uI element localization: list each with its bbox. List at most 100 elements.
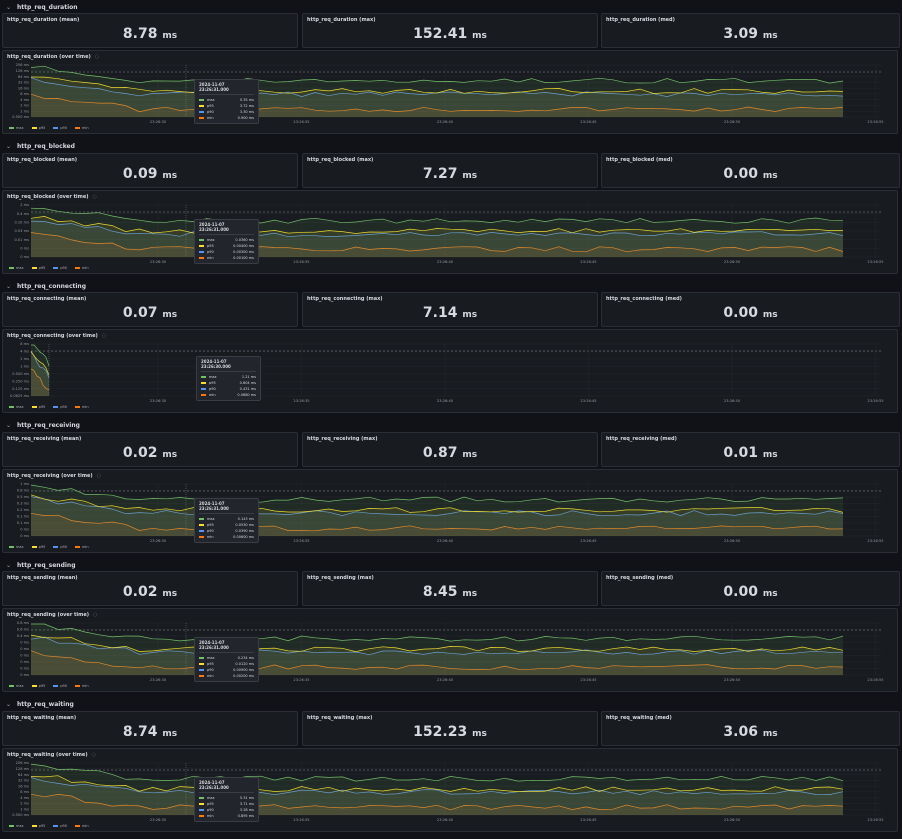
tooltip-series-name: p95 [207, 243, 214, 248]
stat-panel[interactable]: http_req_sending (mean) 0.02 ms [2, 571, 298, 606]
legend-item-p95[interactable]: p95 [31, 545, 45, 549]
stat-number: 0.07 [122, 305, 158, 321]
legend-item-max[interactable]: max [9, 405, 24, 409]
timeseries-panel[interactable]: http_req_connecting (over time) ◌ 8 ms 4 ms… [2, 329, 898, 413]
legend-item-p90[interactable]: p90 [53, 824, 67, 828]
legend-item-max[interactable]: max [9, 266, 24, 270]
timeseries-chart[interactable]: 256 ms128 ms64 ms32 ms16 ms8 ms4 ms2 ms1… [3, 51, 899, 135]
legend-item-p95[interactable]: p95 [31, 684, 45, 688]
x-tick-label: 23:26:30 [150, 120, 167, 124]
stat-panel[interactable]: http_req_connecting (max) 7.14 ms [302, 292, 598, 327]
stat-number: 0.87 [422, 444, 458, 461]
legend-item-min[interactable]: min [75, 684, 89, 688]
legend-item-p95[interactable]: p95 [31, 126, 45, 130]
row-title: http_req_connecting [17, 282, 86, 290]
stat-number: 0.01 [723, 444, 758, 461]
tooltip-series-name: max [209, 375, 217, 379]
row-header-http_req_receiving[interactable]: ⌄ http_req_receiving [0, 419, 902, 433]
stat-panel[interactable]: http_req_duration (max) 152.41 ms [302, 13, 598, 48]
legend-item-p95[interactable]: p95 [31, 266, 45, 270]
legend-item-min[interactable]: min [75, 126, 89, 130]
stat-panel[interactable]: http_req_connecting (med) 0.00 ms [601, 292, 900, 327]
stat-panel[interactable]: http_req_receiving (max) 0.87 ms [302, 431, 598, 467]
stat-title: http_req_connecting (mean) [7, 296, 87, 302]
timeseries-chart[interactable]: 8 ms 4 ms 2 ms 1 ms 0.500 ms 0.250 ms 0.125 ms… [3, 330, 899, 414]
timeseries-chart[interactable]: 2 ms 0.4 ms 0.10 ms 0.03 ms 0.01 ms 0 ms 0 ms 2… [3, 191, 899, 275]
tooltip-series-value: 0.00100 ms [233, 255, 254, 260]
legend-item-p95[interactable]: p95 [31, 405, 45, 409]
row-header-http_req_sending[interactable]: ⌄ http_req_sending [0, 558, 902, 572]
y-tick-label: 0.8 ms [17, 488, 29, 492]
stat-panel[interactable]: http_req_duration (med) 3.09 ms [601, 13, 900, 48]
legend-item-max[interactable]: max [9, 545, 24, 549]
stat-unit: ms [762, 589, 778, 599]
chevron-down-icon[interactable]: ⌄ [6, 283, 11, 290]
stat-panel[interactable]: http_req_receiving (med) 0.01 ms [601, 431, 900, 467]
legend-item-max[interactable]: max [9, 126, 24, 130]
stat-panel[interactable]: http_req_waiting (mean) 8.74 ms [2, 710, 298, 746]
timeseries-panel[interactable]: http_req_receiving (over time) ◌ 1 ms 0.8 m… [2, 468, 899, 554]
tooltip-time: 2024-11-07 23:26:31.000 [199, 640, 254, 653]
legend-item-max[interactable]: max [9, 824, 24, 828]
legend-swatch [9, 824, 14, 827]
stat-panel[interactable]: http_req_blocked (mean) 0.09 ms [2, 152, 298, 188]
stat-panel[interactable]: http_req_receiving (mean) 0.02 ms [2, 431, 298, 467]
stat-number: 152.41 [413, 26, 468, 42]
legend-item-min[interactable]: min [75, 545, 89, 549]
chevron-down-icon[interactable]: ⌄ [6, 143, 11, 150]
legend-item-p90[interactable]: p90 [53, 126, 67, 130]
chevron-down-icon[interactable]: ⌄ [6, 701, 11, 708]
y-tick-label: 32 ms [18, 81, 29, 85]
legend-item-p95[interactable]: p95 [31, 823, 46, 828]
tooltip-series-name: min [207, 116, 214, 120]
stat-panel[interactable]: http_req_sending (med) 0.00 ms [601, 571, 900, 606]
tooltip-row: min 0.00200 ms [199, 673, 254, 679]
stat-panel[interactable]: http_req_waiting (med) 3.06 ms [601, 710, 900, 746]
y-tick-label: 0 ms [20, 641, 29, 645]
legend-item-p90[interactable]: p90 [53, 545, 67, 549]
tooltip-series-name: p90 [207, 110, 214, 114]
tooltip-series-name: min [209, 393, 216, 397]
timeseries-chart[interactable]: 0.8 ms 0.6 ms 0.4 ms 0 ms 0 ms 0 ms 0 ms 0 ms 0 … [3, 609, 899, 693]
timeseries-chart[interactable]: 1 ms 0.8 ms 0.5 ms 0.3 ms 0.2 ms 0.1 ms 0.1 ms… [3, 470, 899, 554]
timeseries-panel[interactable]: http_req_duration (over time) ◌ 256 ms 128 … [2, 50, 898, 134]
legend-item-min[interactable]: min [75, 824, 89, 828]
timeseries-chart[interactable]: 256 ms128 ms64 ms32 ms16 ms8 ms4 ms2 ms1… [3, 749, 899, 833]
stat-number: 8.74 [122, 723, 158, 740]
legend-item-min[interactable]: min [75, 266, 89, 270]
legend-label: max [16, 684, 24, 688]
row-header-http_req_duration[interactable]: ⌄ http_req_duration [0, 0, 902, 14]
legend-item-min[interactable]: min [75, 405, 89, 409]
legend-label: p95 [38, 823, 46, 828]
row-header-http_req_connecting[interactable]: ⌄ http_req_connecting [0, 279, 902, 293]
stat-title: http_req_connecting (med) [606, 296, 682, 302]
chevron-down-icon[interactable]: ⌄ [6, 562, 11, 569]
tooltip-series: min [199, 813, 214, 819]
row-header-http_req_blocked[interactable]: ⌄ http_req_blocked [0, 140, 902, 154]
stat-number: 0.02 [122, 584, 158, 600]
timeseries-panel[interactable]: http_req_blocked (over time) ◌ 2 ms 0.4 ms 0… [2, 189, 899, 275]
chevron-down-icon[interactable]: ⌄ [6, 4, 11, 11]
x-tick-label: 23:26:30 [150, 678, 167, 682]
stat-panel[interactable]: http_req_sending (max) 8.45 ms [302, 571, 598, 606]
stat-panel[interactable]: http_req_duration (mean) 8.78 ms [2, 13, 298, 48]
timeseries-panel[interactable]: http_req_waiting (over time) ◌ 256 ms 128 m… [2, 747, 899, 833]
stat-panel[interactable]: http_req_blocked (med) 0.00 ms [601, 152, 900, 188]
stat-unit: ms [462, 589, 478, 599]
stat-panel[interactable]: http_req_connecting (mean) 0.07 ms [2, 292, 298, 327]
series-swatch [199, 111, 204, 113]
stat-panel[interactable]: http_req_blocked (max) 7.27 ms [302, 152, 598, 188]
legend-item-p90[interactable]: p90 [53, 266, 67, 270]
legend-swatch [75, 266, 81, 269]
stat-panel[interactable]: http_req_waiting (max) 152.23 ms [302, 710, 598, 746]
tooltip-row: min 0.00100 ms [199, 255, 254, 261]
chevron-down-icon[interactable]: ⌄ [6, 422, 11, 429]
chart-legend: max p95 p90 min [9, 545, 89, 549]
y-tick-label: 0.01 ms [14, 237, 29, 241]
legend-item-p90[interactable]: p90 [53, 684, 67, 688]
legend-item-p90[interactable]: p90 [53, 405, 67, 409]
stat-unit: ms [762, 449, 778, 460]
timeseries-panel[interactable]: http_req_sending (over time) ◌ 0.8 ms 0.6 m… [2, 608, 898, 692]
legend-item-max[interactable]: max [9, 684, 24, 688]
row-header-http_req_waiting[interactable]: ⌄ http_req_waiting [0, 698, 902, 712]
